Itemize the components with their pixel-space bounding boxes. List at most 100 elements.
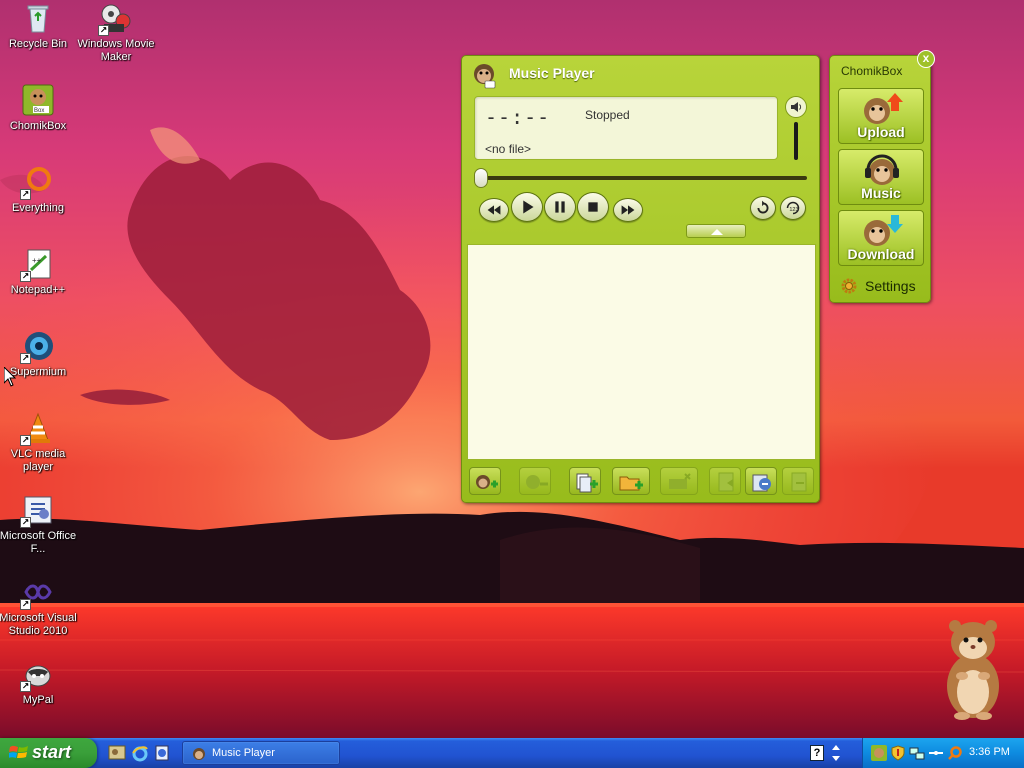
repeat-icon <box>757 200 769 214</box>
help-icon[interactable]: ? <box>810 745 824 761</box>
chomikbox-panel: ChomikBox Upload Music Download Settings <box>829 55 931 303</box>
clear-playlist-button[interactable] <box>660 467 698 495</box>
seek-bar[interactable] <box>477 176 807 180</box>
network-icon[interactable] <box>909 745 925 761</box>
desktop-icon-movie-maker[interactable]: ↗ Windows Movie Maker <box>76 2 156 64</box>
play-button[interactable] <box>511 192 543 222</box>
desktop-icon-visual-studio[interactable]: ↗ Microsoft Visual Studio 2010 <box>0 576 78 638</box>
desktop-icon-chomikbox[interactable]: Box ChomikBox <box>0 84 78 133</box>
add-file-button[interactable] <box>569 467 601 495</box>
clock[interactable]: 3:36 PM <box>969 746 1010 758</box>
hamster-logo-icon <box>193 748 205 760</box>
office-icon: ↗ <box>20 494 54 528</box>
desktop-icon-recycle-bin[interactable]: Recycle Bin <box>0 2 78 51</box>
connection-icon[interactable] <box>928 745 944 761</box>
volume-button[interactable] <box>785 96 807 118</box>
language-arrows-icon[interactable] <box>830 744 842 762</box>
hamster-logo-icon <box>474 64 496 89</box>
stop-icon <box>588 202 598 212</box>
music-player-titlebar[interactable]: Music Player <box>462 56 819 90</box>
playback-status: Stopped <box>585 108 630 122</box>
shortcut-arrow-icon: ↗ <box>20 681 31 692</box>
speaker-icon <box>791 102 802 112</box>
shuffle-button[interactable]: 123 <box>780 196 806 220</box>
taskbar-item-music-player[interactable]: Music Player <box>182 741 340 765</box>
show-desktop-icon[interactable] <box>108 744 126 762</box>
rewind-button[interactable] <box>479 198 509 222</box>
fast-forward-icon <box>621 205 635 215</box>
desktop-icon-label: VLC media player <box>10 448 66 473</box>
shuffle-icon: 123 <box>786 201 800 215</box>
remove-hamster-button[interactable] <box>519 467 551 495</box>
desktop-icon-label: ChomikBox <box>9 120 67 132</box>
seek-thumb[interactable] <box>474 168 488 188</box>
volume-slider[interactable] <box>794 122 798 160</box>
svg-text:++: ++ <box>32 256 42 265</box>
stop-button[interactable] <box>577 192 609 222</box>
taskbar-item-label: Music Player <box>212 747 275 759</box>
load-playlist-button[interactable] <box>745 467 777 495</box>
search-icon[interactable] <box>947 745 963 761</box>
system-tray: 3:36 PM <box>862 738 1024 768</box>
music-headphones-icon <box>865 154 899 185</box>
supermium-icon: ↗ <box>20 330 54 364</box>
download-label: Download <box>847 246 915 262</box>
notepad-plus-plus-icon: ++ ↗ <box>20 248 54 282</box>
desktop-icon-label: Everything <box>12 202 64 214</box>
movie-maker-icon: ↗ <box>98 2 132 36</box>
shortcut-arrow-icon: ↗ <box>20 517 31 528</box>
desktop-icon-notepad-plus-plus[interactable]: ++ ↗ Notepad++ <box>0 248 78 297</box>
music-player-window[interactable]: Music Player --:-- Stopped <no file> 123 <box>461 55 820 503</box>
chomikbox-tray-icon[interactable] <box>871 745 887 761</box>
security-shield-icon[interactable] <box>890 745 906 761</box>
export-playlist-button[interactable] <box>782 467 814 495</box>
internet-explorer-icon[interactable] <box>131 744 149 762</box>
fast-forward-button[interactable] <box>613 198 643 222</box>
pause-button[interactable] <box>544 192 576 222</box>
desktop-icon-label: Microsoft Office F... <box>0 530 77 555</box>
chevron-up-icon <box>711 229 723 235</box>
add-file-icon <box>576 473 598 493</box>
save-playlist-button[interactable] <box>709 467 741 495</box>
upload-icon <box>864 93 903 124</box>
quick-launch-app-icon[interactable] <box>153 744 171 762</box>
desktop-icon-everything[interactable]: ↗ Everything <box>0 166 78 215</box>
hamster-mascot-icon[interactable] <box>938 614 1008 720</box>
shortcut-arrow-icon: ↗ <box>20 271 31 282</box>
add-hamster-button[interactable] <box>469 467 501 495</box>
upload-label: Upload <box>857 124 905 140</box>
collapse-playlist-button[interactable] <box>686 224 746 238</box>
current-file: <no file> <box>485 142 532 156</box>
close-button[interactable]: x <box>917 50 935 68</box>
desktop-icon-label: Microsoft Visual Studio 2010 <box>0 612 77 637</box>
desktop-icon-label: MyPal <box>22 694 54 706</box>
shortcut-arrow-icon: ↗ <box>20 189 31 200</box>
start-button[interactable]: start <box>0 738 97 768</box>
add-folder-icon <box>619 476 643 491</box>
playlist-area[interactable] <box>467 244 816 460</box>
repeat-button[interactable] <box>750 196 776 220</box>
recycle-bin-icon <box>22 2 54 34</box>
remove-from-chomik-icon <box>526 475 548 489</box>
window-title: Music Player <box>509 65 595 81</box>
settings-link[interactable]: Settings <box>840 276 930 296</box>
add-folder-button[interactable] <box>612 467 650 495</box>
rewind-icon <box>487 205 501 215</box>
desktop-icon-vlc[interactable]: ↗ VLC media player <box>0 412 78 474</box>
visual-studio-icon: ↗ <box>20 576 54 610</box>
music-button[interactable]: Music <box>838 149 924 205</box>
panel-title: ChomikBox <box>841 64 903 78</box>
svg-text:123: 123 <box>789 207 798 213</box>
add-from-chomik-icon <box>476 475 498 489</box>
pause-icon <box>555 201 565 213</box>
time-readout: --:-- <box>485 105 551 129</box>
mypal-icon: ↗ <box>20 658 54 692</box>
upload-button[interactable]: Upload <box>838 88 924 144</box>
start-label: start <box>32 742 72 762</box>
svg-text:Box: Box <box>34 108 44 114</box>
download-button[interactable]: Download <box>838 210 924 266</box>
load-list-icon <box>752 474 771 492</box>
save-list-icon <box>718 472 734 492</box>
desktop-icon-mypal[interactable]: ↗ MyPal <box>0 658 78 707</box>
desktop-icon-office[interactable]: ↗ Microsoft Office F... <box>0 494 78 556</box>
